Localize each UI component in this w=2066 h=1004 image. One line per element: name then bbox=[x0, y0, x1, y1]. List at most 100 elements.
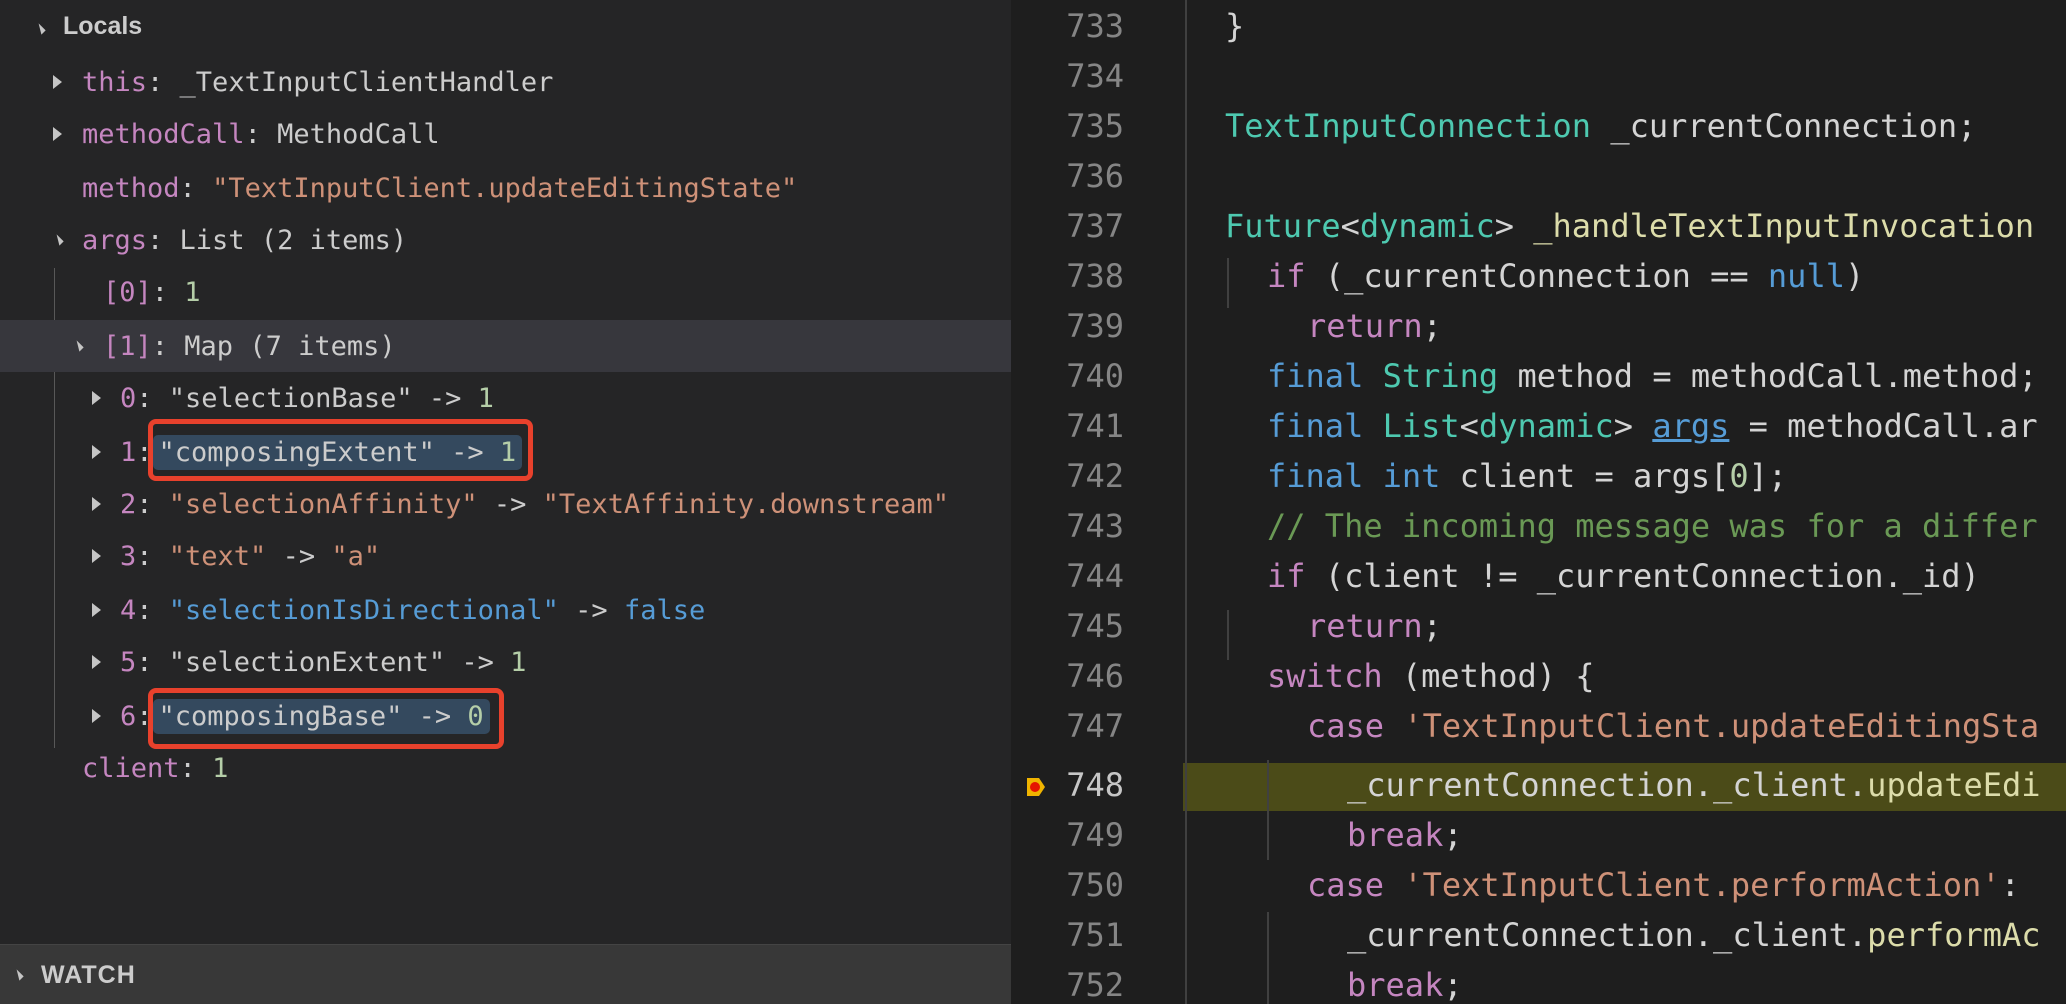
var-value: "TextAffinity.downstream" bbox=[542, 488, 950, 520]
code-line: _currentConnection._client.performAc bbox=[1347, 916, 2041, 954]
code-token: > bbox=[1494, 207, 1534, 245]
indent-guide bbox=[1185, 0, 1187, 1004]
code-line: final List<dynamic> args = methodCall.ar bbox=[1267, 407, 2038, 445]
code-comment: // The incoming message was for a differ bbox=[1267, 507, 2038, 545]
var-name: client bbox=[82, 752, 180, 784]
code-token: null bbox=[1767, 257, 1845, 295]
variable-row-methodcall[interactable]: methodCall: MethodCall bbox=[0, 108, 1011, 160]
variable-row-args-1[interactable]: [1]: Map (7 items) bbox=[0, 320, 1011, 372]
var-name: 4 bbox=[120, 594, 137, 626]
code-token: final bbox=[1267, 457, 1364, 495]
indent-guide bbox=[1227, 258, 1229, 308]
var-name: 6 bbox=[120, 700, 137, 732]
var-name: [1] bbox=[103, 330, 152, 362]
map-entry-row[interactable]: 0: "selectionBase" -> 1 bbox=[0, 372, 1011, 424]
map-entry-row[interactable]: 2: "selectionAffinity" -> "TextAffinity.… bbox=[0, 478, 1011, 530]
code-token: dynamic bbox=[1478, 407, 1614, 445]
line-number: 752 bbox=[1066, 966, 1124, 1004]
line-number: 733 bbox=[1066, 7, 1124, 45]
code-token: 0 bbox=[1729, 457, 1749, 495]
line-number: 744 bbox=[1066, 557, 1124, 595]
var-value: _TextInputClientHandler bbox=[179, 66, 554, 98]
code-token: final bbox=[1267, 357, 1364, 395]
code-token-link[interactable]: args bbox=[1652, 407, 1729, 445]
code-token: TextInputConnection bbox=[1225, 107, 1592, 145]
line-number: 735 bbox=[1066, 107, 1124, 145]
code-token: if bbox=[1267, 557, 1306, 595]
map-entry-row[interactable]: 3: "text" -> "a" bbox=[0, 530, 1011, 582]
variable-row-args[interactable]: args: List (2 items) bbox=[0, 214, 1011, 266]
line-number: 751 bbox=[1066, 916, 1124, 954]
watch-section-header[interactable]: WATCH bbox=[0, 944, 1011, 1004]
chevron-down-icon bbox=[48, 230, 68, 250]
var-value: 1 bbox=[477, 382, 494, 414]
var-name: method bbox=[82, 172, 180, 204]
var-sep: : bbox=[179, 752, 213, 784]
var-sep: : bbox=[179, 172, 213, 204]
code-token: case bbox=[1307, 707, 1385, 745]
variable-row-args-0[interactable]: [0]: 1 bbox=[0, 266, 1011, 318]
code-line: switch (method) { bbox=[1267, 657, 1595, 695]
chevron-right-icon bbox=[86, 494, 106, 514]
code-line-current: _currentConnection._client.updateEdi bbox=[1347, 766, 2041, 804]
code-token: switch bbox=[1267, 657, 1383, 695]
chevron-right-icon bbox=[86, 600, 106, 620]
code-line: if (client != _currentConnection._id) bbox=[1267, 557, 1980, 595]
line-number: 741 bbox=[1066, 407, 1124, 445]
variable-row-client[interactable]: client: 1 bbox=[0, 742, 1011, 794]
map-key: "selectionExtent" bbox=[168, 646, 446, 678]
chevron-right-icon bbox=[86, 706, 106, 726]
var-value: "TextInputClient.updateEditingState" bbox=[212, 172, 798, 204]
variable-row-method[interactable]: method: "TextInputClient.updateEditingSt… bbox=[0, 162, 1011, 214]
code-line: break; bbox=[1347, 816, 1463, 854]
chevron-right-icon bbox=[47, 72, 67, 92]
line-number-current: 748 bbox=[1066, 766, 1124, 804]
code-token: : bbox=[2000, 866, 2020, 904]
line-number: 738 bbox=[1066, 257, 1124, 295]
annotation-highlight-box bbox=[148, 688, 504, 749]
var-sep: : bbox=[136, 488, 169, 520]
code-token: > bbox=[1613, 407, 1653, 445]
code-token: case bbox=[1307, 866, 1385, 904]
var-sep: : bbox=[136, 540, 169, 572]
line-number: 737 bbox=[1066, 207, 1124, 245]
code-token: final bbox=[1267, 407, 1364, 445]
code-token: _currentConnection._client. bbox=[1347, 766, 1868, 804]
chevron-right-icon bbox=[86, 546, 106, 566]
code-token: _currentConnection; bbox=[1591, 107, 1977, 145]
var-value: Map (7 items) bbox=[184, 330, 396, 362]
code-token: dynamic bbox=[1359, 207, 1495, 245]
code-token: Future bbox=[1225, 207, 1341, 245]
code-token: ; bbox=[1443, 966, 1463, 1004]
code-token: 'TextInputClient.performAction' bbox=[1403, 866, 2001, 904]
code-token: ; bbox=[1422, 307, 1442, 345]
code-line: break; bbox=[1347, 966, 1463, 1004]
code-line: if (_currentConnection == null) bbox=[1267, 257, 1864, 295]
chevron-down-icon bbox=[8, 965, 28, 985]
code-token: (method) { bbox=[1382, 657, 1595, 695]
code-token: if bbox=[1267, 257, 1306, 295]
var-value: MethodCall bbox=[277, 118, 440, 150]
var-sep: : bbox=[136, 382, 169, 414]
map-entry-row[interactable]: 4: "selectionIsDirectional" -> false bbox=[0, 584, 1011, 636]
line-number: 747 bbox=[1066, 707, 1124, 745]
code-token: } bbox=[1225, 7, 1245, 45]
chevron-right-icon bbox=[86, 652, 106, 672]
code-line: final String method = methodCall.method; bbox=[1267, 357, 2038, 395]
map-entry-row[interactable]: 5: "selectionExtent" -> 1 bbox=[0, 636, 1011, 688]
line-number: 749 bbox=[1066, 816, 1124, 854]
var-value: List (2 items) bbox=[179, 224, 408, 256]
var-name: methodCall bbox=[82, 118, 245, 150]
map-key: "selectionIsDirectional" bbox=[168, 594, 559, 626]
variables-panel: Locals this: _TextInputClientHandler met… bbox=[0, 0, 1011, 1004]
variable-row-this[interactable]: this: _TextInputClientHandler bbox=[0, 56, 1011, 108]
line-number: 743 bbox=[1066, 507, 1124, 545]
code-line: TextInputConnection _currentConnection; bbox=[1225, 107, 1976, 145]
code-token: List bbox=[1382, 407, 1460, 445]
watch-title: WATCH bbox=[41, 961, 136, 989]
code-editor[interactable]: 733 } 734 735 TextInputConnection _curre… bbox=[1011, 0, 2066, 1004]
locals-section-header[interactable]: Locals bbox=[0, 0, 1011, 56]
